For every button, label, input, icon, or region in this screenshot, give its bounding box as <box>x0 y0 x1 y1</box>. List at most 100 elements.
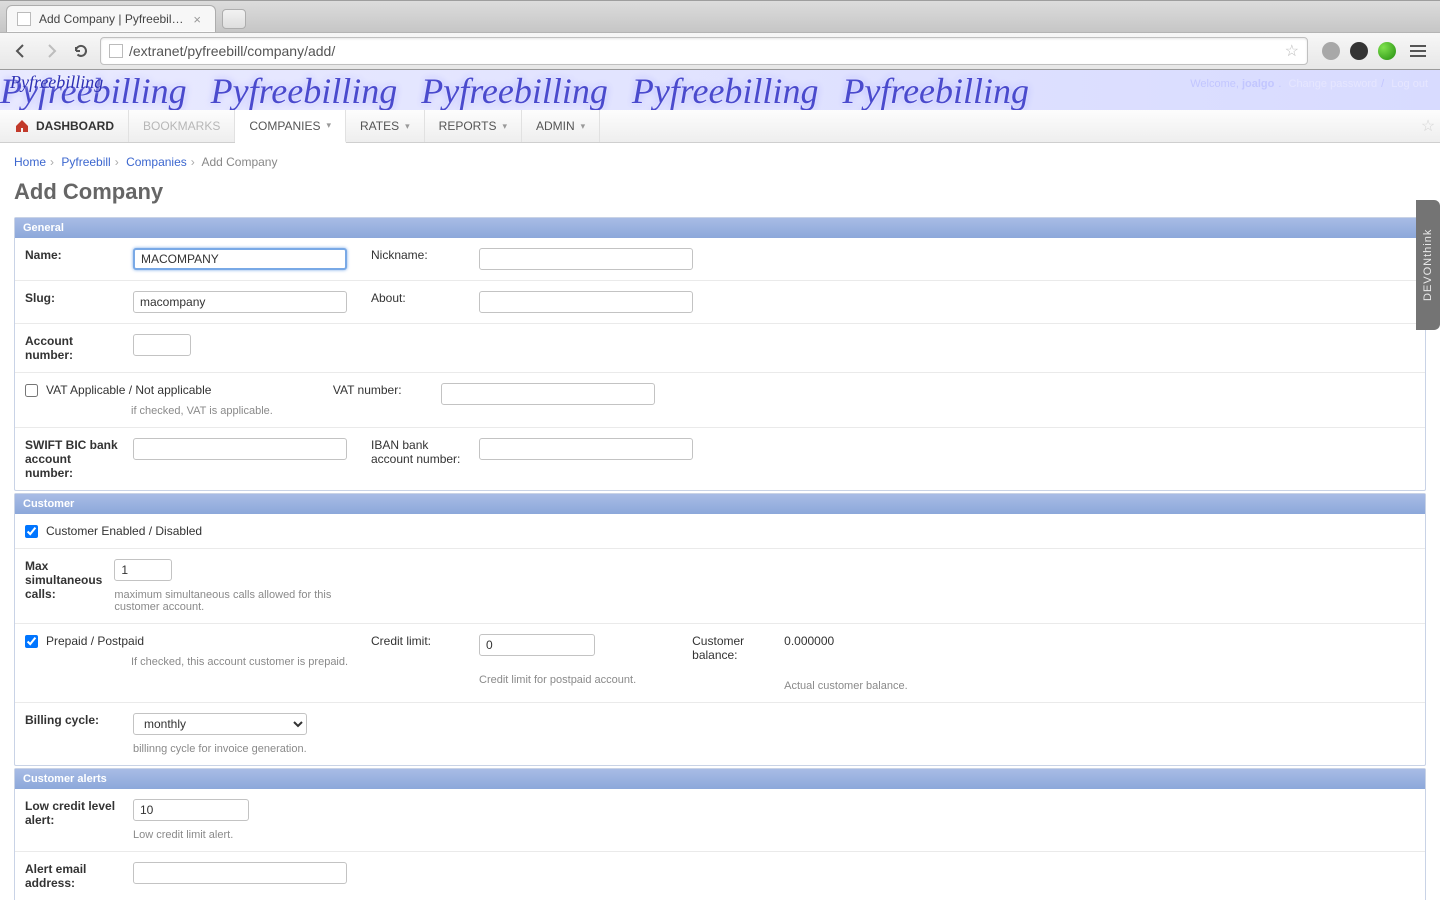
browser-menu-button[interactable] <box>1406 42 1430 60</box>
nav-reports-label: REPORTS <box>439 119 497 133</box>
customer-enabled-checkbox[interactable] <box>25 525 38 538</box>
change-password-link[interactable]: Change password <box>1289 78 1378 90</box>
slug-input[interactable] <box>133 291 347 313</box>
max-calls-help: maximum simultaneous calls allowed for t… <box>114 589 351 613</box>
arrow-left-icon <box>13 43 29 59</box>
credit-limit-label: Credit limit: <box>371 634 467 656</box>
devonthink-side-tab[interactable]: DEVONthink <box>1416 200 1440 330</box>
nav-rates[interactable]: RATES ▾ <box>346 110 425 142</box>
brand-small: Pyfreebilling <box>10 72 103 93</box>
section-customer-alerts: Customer alerts Low credit level alert: … <box>14 768 1426 900</box>
nav-companies[interactable]: COMPANIES ▾ <box>235 110 346 143</box>
welcome-text: Welcome, <box>1190 78 1239 90</box>
nav-admin[interactable]: ADMIN ▾ <box>522 110 600 142</box>
url-text: /extranet/pyfreebill/company/add/ <box>129 43 1279 59</box>
reload-button[interactable] <box>70 40 92 62</box>
nav-bookmarks-label: BOOKMARKS <box>143 119 220 133</box>
name-input[interactable] <box>133 248 347 270</box>
chevron-down-icon: ▾ <box>581 121 586 132</box>
back-button[interactable] <box>10 40 32 62</box>
slug-label: Slug: <box>25 291 121 313</box>
browser-tab-strip: Add Company | Pyfreebill… × <box>0 1 1440 32</box>
vat-applicable-checkbox[interactable] <box>25 384 38 397</box>
balance-label: Customer balance: <box>692 634 772 662</box>
nickname-label: Nickname: <box>371 248 467 270</box>
low-credit-help: Low credit limit alert. <box>133 829 249 841</box>
iban-label: IBAN bank account number: <box>371 438 467 480</box>
section-customer-alerts-header: Customer alerts <box>15 769 1425 789</box>
nav-reports[interactable]: REPORTS ▾ <box>425 110 522 142</box>
iban-input[interactable] <box>479 438 693 460</box>
vat-number-input[interactable] <box>441 383 655 405</box>
crumb-home[interactable]: Home <box>14 155 46 169</box>
account-number-label: Account number: <box>25 334 121 362</box>
chevron-down-icon: ▾ <box>405 121 410 132</box>
vat-applicable-label: VAT Applicable / Not applicable <box>46 383 211 397</box>
username: joalgo <box>1242 78 1274 90</box>
billing-cycle-help: billinng cycle for invoice generation. <box>133 743 307 755</box>
swift-label: SWIFT BIC bank account number: <box>25 438 121 480</box>
page-favicon-icon <box>17 12 31 26</box>
extension-2-icon[interactable] <box>1350 42 1368 60</box>
crumb-model[interactable]: Companies <box>126 155 187 169</box>
billing-cycle-label: Billing cycle: <box>25 713 121 755</box>
home-icon <box>14 118 30 134</box>
main-nav: DASHBOARD BOOKMARKS COMPANIES ▾ RATES ▾ RE… <box>0 110 1440 143</box>
arrow-right-icon <box>43 43 59 59</box>
address-bar[interactable]: /extranet/pyfreebill/company/add/ ☆ <box>100 37 1308 65</box>
nav-dashboard[interactable]: DASHBOARD <box>0 110 129 142</box>
swift-input[interactable] <box>133 438 347 460</box>
prepaid-label: Prepaid / Postpaid <box>46 634 144 648</box>
page-icon <box>109 44 123 58</box>
favorite-star-icon[interactable]: ☆ <box>1416 110 1440 142</box>
page-title: Add Company <box>0 175 1440 217</box>
app-banner: Pyfreebilling PyfreebillingPyfreebilling… <box>0 70 1440 110</box>
balance-help: Actual customer balance. <box>784 680 908 692</box>
nav-companies-label: COMPANIES <box>249 119 320 133</box>
reload-icon <box>73 43 89 59</box>
bookmark-star-icon[interactable]: ☆ <box>1285 41 1299 61</box>
user-links: Welcome, joalgo. Change password/ Log ou… <box>1190 78 1428 90</box>
prepaid-checkbox[interactable] <box>25 635 38 648</box>
about-input[interactable] <box>479 291 693 313</box>
logout-link[interactable]: Log out <box>1391 78 1428 90</box>
vat-number-label: VAT number: <box>333 383 429 417</box>
billing-cycle-select[interactable]: monthly <box>133 713 307 735</box>
about-label: About: <box>371 291 467 313</box>
extension-1-icon[interactable] <box>1322 42 1340 60</box>
nickname-input[interactable] <box>479 248 693 270</box>
max-calls-input[interactable] <box>114 559 172 581</box>
section-customer: Customer Customer Enabled / Disabled <box>14 493 1426 766</box>
nav-admin-label: ADMIN <box>536 119 575 133</box>
vat-applicable-help: if checked, VAT is applicable. <box>131 405 273 417</box>
low-credit-input[interactable] <box>133 799 249 821</box>
credit-limit-input[interactable] <box>479 634 595 656</box>
crumb-app[interactable]: Pyfreebill <box>61 155 110 169</box>
max-calls-label: Max simultaneous calls: <box>25 559 102 613</box>
section-general-header: General <box>15 218 1425 238</box>
extension-3-icon[interactable] <box>1378 42 1396 60</box>
nav-rates-label: RATES <box>360 119 399 133</box>
alert-email-input[interactable] <box>133 862 347 884</box>
new-tab-button[interactable] <box>222 9 246 29</box>
name-label: Name: <box>25 248 121 270</box>
nav-dashboard-label: DASHBOARD <box>36 119 114 133</box>
section-customer-header: Customer <box>15 494 1425 514</box>
close-tab-icon[interactable]: × <box>193 12 201 27</box>
chevron-down-icon: ▾ <box>326 120 331 131</box>
brand-watermark: PyfreebillingPyfreebillingPyfreebillingP… <box>0 70 1440 110</box>
chevron-down-icon: ▾ <box>502 121 507 132</box>
credit-limit-help: Credit limit for postpaid account. <box>479 674 636 686</box>
balance-value: 0.000000 <box>784 634 834 662</box>
browser-toolbar: /extranet/pyfreebill/company/add/ ☆ <box>0 32 1440 70</box>
forward-button[interactable] <box>40 40 62 62</box>
prepaid-help: If checked, this account customer is pre… <box>131 656 351 668</box>
breadcrumb: Home› Pyfreebill› Companies› Add Company <box>0 143 1440 175</box>
low-credit-label: Low credit level alert: <box>25 799 121 841</box>
tab-title: Add Company | Pyfreebill… <box>39 12 185 26</box>
extension-icons <box>1316 42 1430 60</box>
nav-bookmarks[interactable]: BOOKMARKS <box>129 110 235 142</box>
customer-enabled-label: Customer Enabled / Disabled <box>46 524 202 538</box>
account-number-input[interactable] <box>133 334 191 356</box>
browser-tab[interactable]: Add Company | Pyfreebill… × <box>6 5 216 32</box>
